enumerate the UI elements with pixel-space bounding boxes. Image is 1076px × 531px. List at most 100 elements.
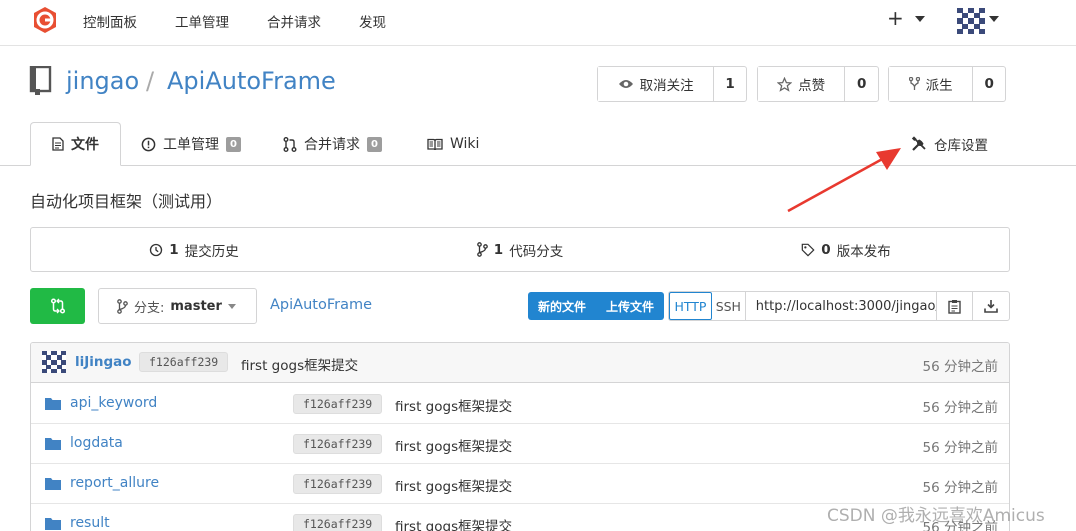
commit-author-link[interactable]: liJingao: [75, 354, 132, 370]
branch-name: master: [170, 298, 222, 314]
tab-pulls-label: 合并请求: [304, 137, 360, 153]
wiki-book-icon: [427, 138, 443, 150]
clone-url-input[interactable]: [745, 292, 938, 320]
star-icon: [777, 76, 793, 92]
new-file-button[interactable]: 新的文件: [528, 298, 596, 315]
branches-count: 1: [493, 241, 504, 258]
tab-files[interactable]: 文件: [30, 122, 121, 166]
branches-stat-link[interactable]: 1 代码分支: [357, 228, 683, 271]
latest-commit-header: liJingao f126aff239 first gogs框架提交 56 分钟…: [31, 343, 1009, 383]
fork-button[interactable]: 派生 0: [888, 66, 1006, 102]
branch-selector[interactable]: 分支: master: [98, 288, 257, 324]
file-actions-group: 新的文件 上传文件: [528, 292, 664, 320]
breadcrumb-root-link[interactable]: ApiAutoFrame: [270, 297, 372, 313]
forks-count[interactable]: 0: [973, 67, 1005, 101]
nav-pulls[interactable]: 合并请求: [267, 11, 321, 31]
fork-label: 派生: [925, 78, 953, 94]
file-icon: [52, 137, 64, 151]
ssh-clone-toggle[interactable]: SSH: [712, 292, 746, 320]
file-name-link[interactable]: logdata: [70, 435, 123, 451]
commits-stat-link[interactable]: 1 提交历史: [31, 228, 357, 271]
repo-description: 自动化项目框架（测试用）: [30, 192, 223, 211]
repo-path-separator: /: [146, 67, 155, 95]
watchers-count[interactable]: 1: [714, 67, 746, 101]
file-name-link[interactable]: result: [70, 515, 110, 531]
user-avatar[interactable]: [957, 8, 985, 34]
copy-clone-url-button[interactable]: [937, 292, 974, 320]
repo-name-link[interactable]: ApiAutoFrame: [167, 67, 336, 95]
tab-settings-label: 仓库设置: [934, 138, 988, 154]
file-commit-sha[interactable]: f126aff239: [293, 514, 383, 531]
gogs-logo-icon[interactable]: [31, 6, 59, 34]
issues-count-badge: 0: [226, 136, 241, 152]
fork-label-button[interactable]: 派生: [889, 67, 974, 101]
file-name-link[interactable]: report_allure: [70, 475, 159, 491]
tag-icon: [801, 243, 815, 257]
compare-button[interactable]: [30, 288, 85, 324]
tab-issues-label: 工单管理: [163, 137, 219, 153]
clone-url-group: HTTP SSH: [668, 291, 1010, 321]
file-commit-age: 56 分钟之前: [922, 400, 998, 416]
avatar[interactable]: [42, 351, 66, 373]
nav-dashboard[interactable]: 控制面板: [83, 11, 137, 31]
download-icon: [984, 300, 998, 313]
repo-owner-link[interactable]: jingao: [66, 67, 139, 95]
file-commit-message[interactable]: first gogs框架提交: [395, 395, 512, 415]
nav-explore[interactable]: 发现: [359, 11, 386, 31]
tab-pulls[interactable]: 合并请求 0: [283, 122, 382, 166]
stars-count[interactable]: 0: [845, 67, 878, 101]
commit-sha-label[interactable]: f126aff239: [139, 352, 229, 372]
history-icon: [150, 243, 163, 256]
file-commit-message[interactable]: first gogs框架提交: [395, 515, 512, 531]
file-commit-sha[interactable]: f126aff239: [293, 394, 383, 414]
star-label-button[interactable]: 点赞: [758, 67, 846, 101]
commits-label: 提交历史: [184, 243, 239, 260]
file-commit-age: 56 分钟之前: [922, 440, 998, 456]
create-new-icon[interactable]: +: [887, 6, 904, 30]
unwatch-label-button[interactable]: 取消关注: [598, 67, 715, 101]
tab-settings[interactable]: 仓库设置: [911, 122, 988, 166]
file-commit-message[interactable]: first gogs框架提交: [395, 475, 512, 495]
star-label: 点赞: [798, 78, 826, 94]
commits-count: 1: [169, 241, 179, 258]
releases-count: 0: [821, 241, 831, 258]
http-clone-toggle[interactable]: HTTP: [669, 292, 712, 320]
folder-icon: [45, 478, 61, 490]
repo-book-icon: [29, 66, 52, 95]
clipboard-icon: [948, 299, 961, 314]
tab-wiki[interactable]: Wiki: [427, 122, 479, 166]
releases-label: 版本发布: [836, 243, 891, 260]
branch-icon: [117, 298, 128, 314]
tab-issues[interactable]: 工单管理 0: [141, 122, 241, 166]
commit-message[interactable]: first gogs框架提交: [241, 354, 358, 374]
star-button[interactable]: 点赞 0: [757, 66, 879, 102]
unwatch-button[interactable]: 取消关注 1: [597, 66, 747, 102]
nav-issues[interactable]: 工单管理: [175, 11, 229, 31]
file-commit-age: 56 分钟之前: [922, 480, 998, 496]
branch-prefix: 分支:: [134, 300, 165, 316]
issue-icon: [141, 137, 156, 151]
download-archive-button[interactable]: [973, 292, 1009, 320]
tab-files-label: 文件: [71, 137, 99, 153]
tab-wiki-label: Wiki: [450, 136, 480, 152]
csdn-watermark: CSDN @我永远喜欢Amicus: [827, 506, 1045, 526]
user-dropdown-caret-icon[interactable]: [989, 16, 999, 22]
top-navbar: 控制面板 工单管理 合并请求 发现 +: [0, 0, 1076, 46]
pulls-count-badge: 0: [367, 136, 382, 152]
file-commit-message[interactable]: first gogs框架提交: [395, 435, 512, 455]
branch-icon: [476, 242, 488, 257]
tools-icon: [911, 136, 926, 151]
file-name-link[interactable]: api_keyword: [70, 395, 157, 411]
create-dropdown-caret-icon[interactable]: [915, 16, 925, 22]
table-row: api_keyword f126aff239 first gogs框架提交 56…: [31, 384, 1009, 424]
table-row: logdata f126aff239 first gogs框架提交 56 分钟之…: [31, 424, 1009, 464]
eye-icon: [618, 80, 633, 88]
pull-request-icon: [283, 136, 297, 152]
upload-file-button[interactable]: 上传文件: [596, 298, 664, 315]
releases-stat-link[interactable]: 0 版本发布: [683, 228, 1009, 271]
chevron-down-icon: [227, 303, 236, 309]
file-commit-sha[interactable]: f126aff239: [293, 474, 383, 494]
folder-icon: [45, 438, 61, 450]
commit-age: 56 分钟之前: [922, 359, 998, 375]
file-commit-sha[interactable]: f126aff239: [293, 434, 383, 454]
